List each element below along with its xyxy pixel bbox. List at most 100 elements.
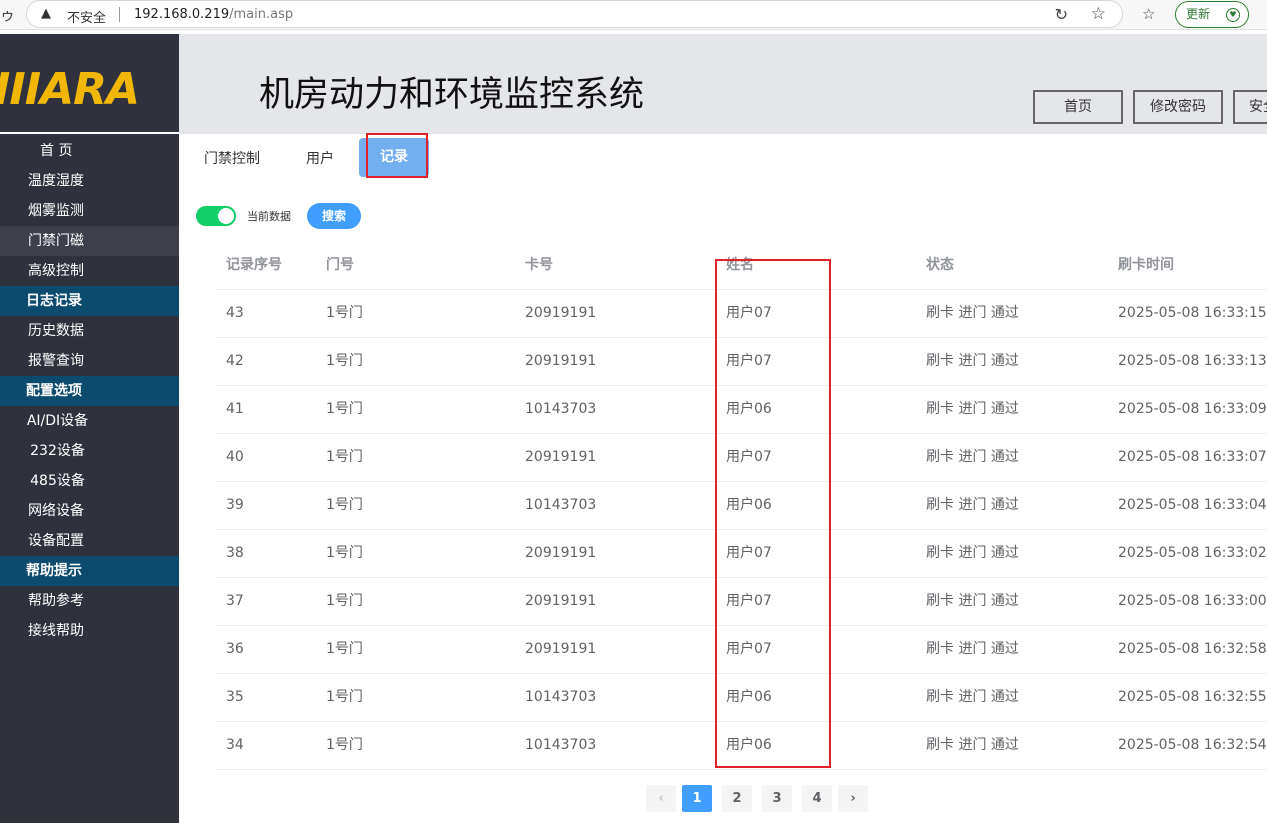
tab-access-control[interactable]: 门禁控制 [204,148,260,168]
browser-toolbar: ゥ ▲ 不安全 192.168.0.219/main.asp ↻ ☆ ☆ 更新 … [0,0,1267,30]
reload-icon[interactable]: ↻ [1055,5,1068,24]
column-header-card: 卡号 [525,257,553,273]
cell-door: 1号门 [326,593,363,609]
table-row: 35 1号门 10143703 用户06 刷卡 进门 通过 2025-05-08 16:3… [216,674,1267,722]
cell-seq: 39 [226,497,244,513]
address-bar[interactable]: ▲ 不安全 192.168.0.219/main.asp ↻ ☆ [26,0,1123,28]
column-header-name: 姓名 [726,257,754,273]
url-text[interactable]: 192.168.0.219/main.asp [134,7,293,22]
logo-text: IIIARA [0,64,140,115]
table-row: 34 1号门 10143703 用户06 刷卡 进门 通过 2025-05-08 16:3… [216,722,1267,770]
column-header-time: 刷卡时间 [1118,257,1174,273]
column-header-door: 门号 [326,257,354,273]
sidebar-item-15[interactable]: 帮助参考 [0,586,179,616]
cell-door: 1号门 [326,545,363,561]
column-header-seq: 记录序号 [226,257,282,273]
sidebar-item-4[interactable]: 高级控制 [0,256,179,286]
cell-seq: 36 [226,641,244,657]
cell-status: 刷卡 进门 通过 [926,305,1019,321]
cell-time: 2025-05-08 16:33:13 [1118,353,1267,369]
cell-card: 20919191 [525,449,597,465]
cell-card: 10143703 [525,497,597,513]
cell-name: 用户07 [726,353,772,369]
sidebar-item-14[interactable]: 帮助提示 [0,556,179,586]
cell-door: 1号门 [326,449,363,465]
page-title: 机房动力和环境监控系统 [259,75,645,115]
table-row: 43 1号门 20919191 用户07 刷卡 进门 通过 2025-05-08 16:3… [216,290,1267,338]
current-data-toggle[interactable] [196,206,236,226]
sidebar-item-7[interactable]: 报警查询 [0,346,179,376]
cell-seq: 42 [226,353,244,369]
column-header-status: 状态 [926,257,954,273]
cell-seq: 43 [226,305,244,321]
sidebar-item-5[interactable]: 日志记录 [0,286,179,316]
cell-seq: 37 [226,593,244,609]
cell-door: 1号门 [326,353,363,369]
cell-status: 刷卡 进门 通过 [926,593,1019,609]
home-button[interactable]: 首页 [1033,90,1123,124]
table-row: 36 1号门 20919191 用户07 刷卡 进门 通过 2025-05-08 16:3… [216,626,1267,674]
sidebar-item-6[interactable]: 历史数据 [0,316,179,346]
tab-users[interactable]: 用户 [306,148,334,168]
cell-door: 1号门 [326,737,363,753]
change-password-button[interactable]: 修改密码 [1133,90,1223,124]
table-row: 38 1号门 20919191 用户07 刷卡 进门 通过 2025-05-08 16:3… [216,530,1267,578]
sidebar-item-12[interactable]: 网络设备 [0,496,179,526]
cell-name: 用户06 [726,497,772,513]
table-row: 37 1号门 20919191 用户07 刷卡 进门 通过 2025-05-08 16:3… [216,578,1267,626]
cell-status: 刷卡 进门 通过 [926,497,1019,513]
toggle-label: 当前数据 [247,210,291,223]
cell-door: 1号门 [326,401,363,417]
star-icon[interactable]: ☆ [1091,4,1106,24]
table-header: 记录序号 门号 卡号 姓名 状态 刷卡时间 [216,241,1267,290]
sidebar-item-8[interactable]: 配置选项 [0,376,179,406]
sidebar-item-9[interactable]: AI/DI设备 [0,406,115,436]
page-button-2[interactable]: 2 [722,785,752,812]
sidebar-item-1[interactable]: 温度湿度 [0,166,179,196]
cell-time: 2025-05-08 16:33:09 [1118,401,1267,417]
cell-status: 刷卡 进门 通过 [926,641,1019,657]
sidebar-item-10[interactable]: 232设备 [0,436,115,466]
sidebar-item-16[interactable]: 接线帮助 [0,616,179,646]
cell-time: 2025-05-08 16:33:00 [1118,593,1267,609]
warning-triangle-icon: ▲ [41,6,51,21]
next-page-button[interactable]: › [838,785,868,812]
cell-name: 用户06 [726,401,772,417]
page-button-1[interactable]: 1 [682,785,712,812]
logo: IIIARA [0,34,179,134]
search-button[interactable]: 搜索 [307,203,361,229]
table-row: 41 1号门 10143703 用户06 刷卡 进门 通过 2025-05-08 16:3… [216,386,1267,434]
sidebar-item-13[interactable]: 设备配置 [0,526,179,556]
favorites-icon[interactable]: ☆ [1142,5,1155,23]
cell-time: 2025-05-08 16:33:04 [1118,497,1267,513]
sidebar-item-0[interactable]: 首 页 [0,136,179,166]
page-button-4[interactable]: 4 [802,785,832,812]
highlight-box-tab [366,133,428,178]
cell-time: 2025-05-08 16:33:07 [1118,449,1267,465]
cell-card: 10143703 [525,737,597,753]
cell-seq: 41 [226,401,244,417]
url-separator [119,7,120,22]
cell-seq: 34 [226,737,244,753]
cell-name: 用户07 [726,305,772,321]
cell-seq: 35 [226,689,244,705]
back-icon[interactable]: ゥ [0,4,15,25]
cell-status: 刷卡 进门 通过 [926,737,1019,753]
prev-page-button[interactable]: ‹ [646,785,676,812]
table-row: 40 1号门 20919191 用户07 刷卡 进门 通过 2025-05-08 16:3… [216,434,1267,482]
table-row: 42 1号门 20919191 用户07 刷卡 进门 通过 2025-05-08 16:3… [216,338,1267,386]
sidebar-item-3[interactable]: 门禁门磁 [0,226,179,256]
security-button[interactable]: 安全 [1233,90,1267,124]
update-button[interactable]: 更新 ♥ [1175,1,1249,28]
update-label: 更新 [1186,7,1211,21]
page-button-3[interactable]: 3 [762,785,792,812]
cell-status: 刷卡 进门 通过 [926,545,1019,561]
cell-seq: 40 [226,449,244,465]
cell-time: 2025-05-08 16:32:55 [1118,689,1267,705]
sidebar-item-11[interactable]: 485设备 [0,466,115,496]
cell-status: 刷卡 进门 通过 [926,353,1019,369]
cell-status: 刷卡 进门 通过 [926,401,1019,417]
cell-name: 用户07 [726,641,772,657]
sidebar-item-2[interactable]: 烟雾监测 [0,196,179,226]
cell-card: 20919191 [525,593,597,609]
